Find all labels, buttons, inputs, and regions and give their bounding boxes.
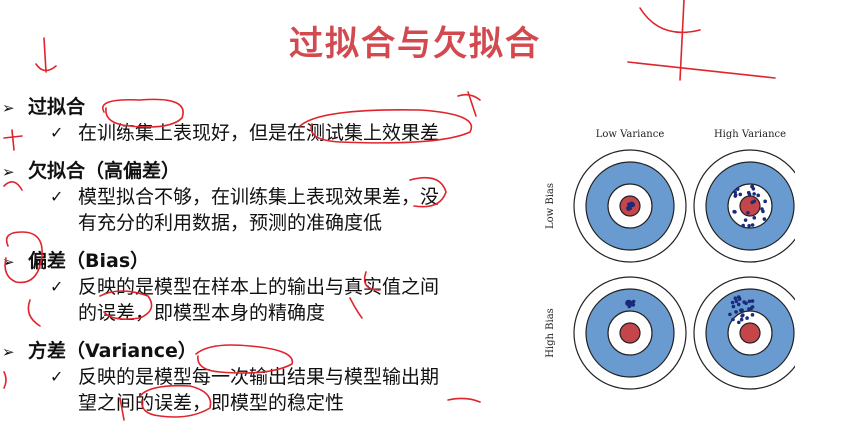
bullet-heading: 方差（Variance） — [28, 340, 197, 362]
prediction-dot — [763, 199, 767, 204]
prediction-dot — [736, 302, 741, 307]
prediction-dot — [743, 218, 748, 222]
prediction-dot — [629, 300, 634, 305]
prediction-dot — [739, 317, 744, 322]
target-bullseye — [619, 322, 641, 344]
prediction-dot — [731, 304, 736, 309]
sub-bullet-text: 反映的是模型每一次输出结果与模型输出期 — [78, 366, 440, 388]
sub-bullet-text: 望之间的误差，即模型的稳定性 — [78, 392, 345, 414]
prediction-dot — [733, 193, 738, 197]
prediction-dot — [740, 314, 744, 318]
prediction-dot — [730, 300, 735, 305]
sub-bullet-text: 的误差，即模型本身的精确度 — [78, 302, 326, 324]
arrow-bullet-icon: ➢ — [2, 99, 15, 117]
prediction-dot — [752, 199, 757, 204]
prediction-dot — [739, 308, 743, 313]
bullet-heading: 欠拟合（高偏差） — [28, 160, 181, 182]
prediction-dot — [735, 187, 740, 191]
target-high-bias-low-variance — [573, 276, 687, 390]
arrow-bullet-icon: ➢ — [2, 163, 15, 181]
prediction-dot — [747, 299, 752, 304]
prediction-dot — [734, 299, 739, 304]
prediction-dot — [750, 299, 755, 303]
check-icon: ✓ — [50, 277, 64, 296]
prediction-dot — [750, 313, 755, 317]
prediction-dot — [747, 307, 751, 311]
prediction-dot — [728, 312, 732, 317]
prediction-dot — [752, 192, 756, 196]
prediction-dot — [762, 217, 767, 221]
prediction-dot — [626, 207, 631, 211]
target-bullseye — [739, 322, 761, 344]
col-label-high-variance: High Variance — [714, 129, 786, 140]
prediction-dot — [761, 209, 765, 214]
target-high-bias-high-variance — [693, 276, 807, 390]
arrow-bullet-icon: ➢ — [2, 343, 15, 361]
sub-bullet-text: 有充分的利用数据，预测的准确度低 — [78, 212, 383, 234]
prediction-dot — [731, 317, 735, 322]
prediction-dot — [737, 297, 742, 301]
prediction-dot — [733, 210, 737, 214]
check-icon: ✓ — [50, 187, 64, 206]
row-label-high-bias: High Bias — [545, 308, 556, 358]
target-low-bias-high-variance — [693, 149, 807, 263]
prediction-dot — [736, 320, 741, 325]
bullet-variance: ➢ 方差（Variance） — [2, 336, 197, 363]
arrow-bullet-icon: ➢ — [2, 253, 15, 271]
prediction-dot — [628, 201, 633, 206]
prediction-dot — [744, 301, 748, 306]
check-icon: ✓ — [50, 367, 64, 386]
prediction-dot — [747, 192, 752, 197]
prediction-dot — [752, 216, 757, 220]
target-bullseye — [739, 195, 761, 217]
bullet-list: ➢ 过拟合 ✓ 在训练集上表现好，但是在测试集上效果差 ➢ 欠拟合（高偏差） ✓ 模… — [0, 0, 520, 436]
bullet-overfitting: ➢ 过拟合 — [2, 92, 85, 119]
prediction-dot — [625, 300, 630, 304]
target-low-bias-low-variance — [573, 149, 687, 263]
target-grid: Low Variance High Variance Low Bias High… — [545, 129, 807, 390]
prediction-dot — [745, 316, 749, 320]
prediction-dot — [734, 310, 738, 314]
sub-bullet-text: 模型拟合不够，在训练集上表现效果差，没 — [78, 186, 440, 208]
col-label-low-variance: Low Variance — [596, 129, 665, 140]
check-icon: ✓ — [50, 123, 64, 142]
bias-variance-figure: Low Variance High Variance Low Bias High… — [535, 118, 807, 398]
prediction-dot — [747, 224, 751, 228]
prediction-dot — [746, 210, 750, 215]
prediction-dot — [750, 223, 755, 227]
bullet-heading: 过拟合 — [28, 96, 86, 118]
sub-bullet-text: 在训练集上表现好，但是在测试集上效果差 — [78, 122, 440, 144]
prediction-dot — [741, 223, 745, 228]
prediction-dot — [738, 192, 743, 197]
prediction-dot — [750, 184, 755, 189]
prediction-dot — [733, 296, 738, 300]
prediction-dot — [756, 193, 760, 198]
row-label-low-bias: Low Bias — [545, 183, 556, 229]
sub-bullet-text: 反映的是模型在样本上的输出与真实值之间 — [78, 276, 440, 298]
bullet-underfitting: ➢ 欠拟合（高偏差） — [2, 156, 180, 183]
bullet-heading: 偏差（Bias） — [28, 250, 150, 272]
bullet-bias: ➢ 偏差（Bias） — [2, 246, 149, 273]
